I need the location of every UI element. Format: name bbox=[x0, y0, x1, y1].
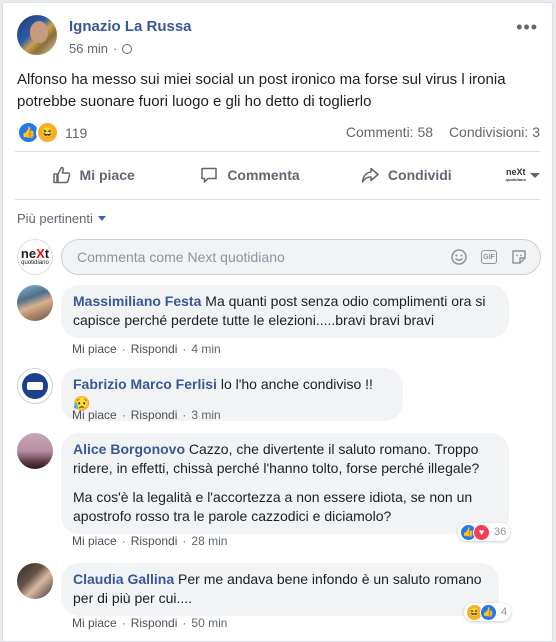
comment-reply-link[interactable]: Rispondi bbox=[131, 534, 178, 548]
commenter-name[interactable]: Massimiliano Festa bbox=[73, 293, 201, 309]
comment-composer[interactable]: GIF bbox=[61, 239, 541, 275]
like-button[interactable]: Mi piace bbox=[15, 165, 171, 185]
composer-icons: GIF bbox=[450, 248, 528, 266]
reactions-count[interactable]: 119 bbox=[65, 125, 87, 141]
comment-reply-link[interactable]: Rispondi bbox=[131, 342, 178, 356]
gif-icon[interactable]: GIF bbox=[480, 248, 498, 266]
comment-icon bbox=[201, 167, 218, 183]
emoji-icon[interactable] bbox=[450, 248, 468, 266]
comment-input[interactable] bbox=[75, 248, 439, 266]
post-text: Alfonso ha messo sui miei social un post… bbox=[17, 71, 506, 110]
next-quotidiano-logo: neXt quotidiano bbox=[505, 167, 526, 183]
comment-bubble: Claudia Gallina Per me andava bene infon… bbox=[61, 563, 499, 616]
divider bbox=[15, 151, 540, 152]
comment-time[interactable]: 28 min bbox=[191, 534, 227, 548]
share-button-label: Condividi bbox=[387, 167, 452, 183]
post-counts: Commenti: 58 Condivisioni: 3 bbox=[346, 124, 540, 140]
haha-reaction-icon: 😆 bbox=[36, 121, 59, 144]
comment-reactions-count: 4 bbox=[501, 606, 508, 618]
act-as-page-selector[interactable]: neXt quotidiano bbox=[484, 168, 540, 182]
share-button[interactable]: Condividi bbox=[328, 165, 484, 185]
comment-button[interactable]: Commenta bbox=[171, 165, 327, 185]
comment-bubble: Massimiliano Festa Ma quanti post senza … bbox=[61, 285, 509, 338]
comment-actions: Mi piace · Rispondi · 50 min bbox=[72, 616, 228, 630]
comment-actions: Mi piace · Rispondi · 4 min bbox=[72, 342, 221, 356]
commenter-avatar[interactable] bbox=[17, 285, 53, 321]
comment-time[interactable]: 3 min bbox=[191, 408, 220, 422]
love-reaction-icon: ♥ bbox=[473, 523, 490, 541]
comment-like-link[interactable]: Mi piace bbox=[72, 616, 117, 630]
comment-reply-link[interactable]: Rispondi bbox=[131, 408, 178, 422]
commenter-avatar[interactable] bbox=[17, 563, 53, 599]
comment-text-paragraph-2: Ma cos'è la legalità e l'accortezza a no… bbox=[73, 489, 473, 524]
comment-sort-label: Più pertinenti bbox=[17, 211, 93, 226]
globe-icon[interactable] bbox=[122, 43, 133, 54]
shares-count[interactable]: Condivisioni: 3 bbox=[449, 124, 540, 140]
page-avatar[interactable]: neXt quotidiano bbox=[17, 239, 53, 275]
more-options-icon[interactable]: ••• bbox=[516, 17, 538, 38]
commenter-name[interactable]: Fabrizio Marco Ferlisi bbox=[73, 376, 217, 392]
chevron-down-icon bbox=[97, 216, 106, 221]
post-meta: 56 min · bbox=[69, 41, 133, 56]
post-author-name[interactable]: Ignazio La Russa bbox=[69, 18, 192, 35]
like-reaction-icon: 👍 bbox=[480, 603, 497, 621]
author-avatar[interactable] bbox=[17, 15, 57, 55]
commenter-name[interactable]: Claudia Gallina bbox=[73, 571, 174, 587]
comment-time[interactable]: 4 min bbox=[191, 342, 220, 356]
comment-actions: Mi piace · Rispondi · 28 min bbox=[72, 534, 228, 548]
comment-like-link[interactable]: Mi piace bbox=[72, 534, 117, 548]
comments-count[interactable]: Commenti: 58 bbox=[346, 124, 433, 140]
comment-like-link[interactable]: Mi piace bbox=[72, 408, 117, 422]
commenter-avatar[interactable] bbox=[17, 433, 53, 469]
comment-reactions[interactable]: 👍 ♥ 36 bbox=[458, 523, 511, 541]
post-reactions[interactable]: 👍 😆 119 bbox=[17, 121, 87, 144]
chevron-down-icon bbox=[529, 172, 540, 178]
divider bbox=[15, 199, 540, 200]
comment-sort-dropdown[interactable]: Più pertinenti bbox=[17, 211, 106, 226]
comment-button-label: Commenta bbox=[227, 167, 300, 183]
sticker-icon[interactable] bbox=[510, 248, 528, 266]
comment-bubble: Alice Borgonovo Cazzo, che divertente il… bbox=[61, 433, 509, 534]
commenter-avatar[interactable] bbox=[17, 368, 53, 404]
comment-actions: Mi piace · Rispondi · 3 min bbox=[72, 408, 221, 422]
comment-time[interactable]: 50 min bbox=[191, 616, 227, 630]
post-card: Ignazio La Russa 56 min · ••• Alfonso ha… bbox=[2, 2, 553, 642]
share-icon bbox=[361, 167, 379, 183]
comment-reactions-count: 36 bbox=[494, 526, 507, 538]
commenter-name[interactable]: Alice Borgonovo bbox=[73, 441, 185, 457]
comment-reply-link[interactable]: Rispondi bbox=[131, 616, 178, 630]
comment-reactions[interactable]: 😆 👍 4 bbox=[464, 603, 512, 621]
post-action-bar: Mi piace Commenta Condividi neXt quotidi… bbox=[15, 155, 540, 195]
comment-like-link[interactable]: Mi piace bbox=[72, 342, 117, 356]
like-button-label: Mi piace bbox=[79, 167, 135, 183]
post-time[interactable]: 56 min bbox=[69, 41, 108, 56]
thumbs-up-icon bbox=[52, 166, 70, 184]
